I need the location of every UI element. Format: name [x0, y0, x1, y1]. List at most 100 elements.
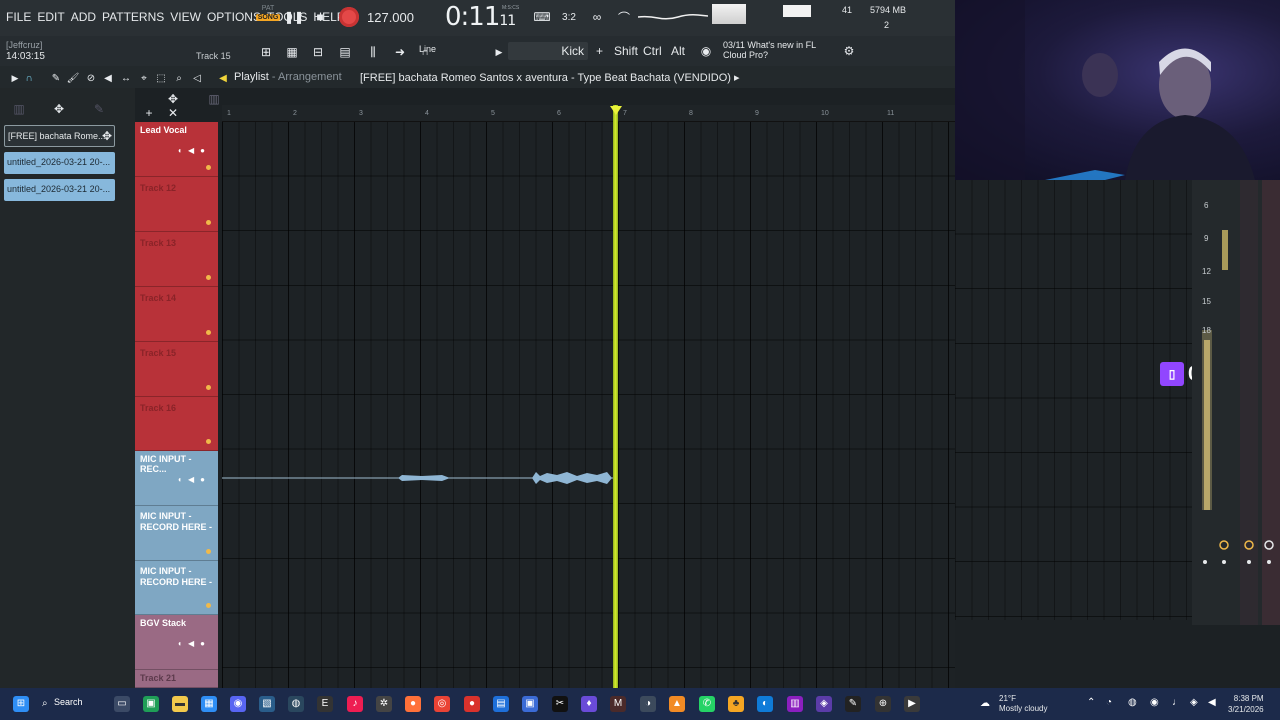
channel-selector[interactable]: Kick	[508, 42, 588, 60]
menu-file[interactable]: FILE	[6, 10, 31, 24]
track-color-dot[interactable]	[206, 603, 211, 608]
music-app-icon[interactable]: M	[610, 696, 626, 712]
track-color-dot[interactable]	[206, 385, 211, 390]
pat-song-toggle[interactable]: PAT SONG	[256, 5, 280, 29]
track-header-mic-record-a[interactable]: MIC INPUT - RECORD HERE -	[135, 506, 218, 561]
news-panel[interactable]: 03/11 What's new in FL Cloud Pro?	[723, 40, 816, 60]
shift-modifier[interactable]: Shift	[614, 44, 638, 58]
tray-overflow-icon[interactable]: ⌃	[1087, 697, 1095, 708]
arrow-right-icon[interactable]: ➜	[391, 43, 409, 61]
mixer-icon[interactable]: ▤	[336, 43, 354, 61]
menu-view[interactable]: VIEW	[170, 10, 201, 24]
discord-icon[interactable]: ◉	[230, 696, 246, 712]
track-header-16[interactable]: Track 16	[135, 397, 218, 451]
editor-app-icon[interactable]: ▣	[522, 696, 538, 712]
clock-widget[interactable]: 8:38 PM 3/21/2026	[1228, 693, 1264, 715]
pattern-item[interactable]: untitled_2026-03-21 20-...	[4, 179, 115, 201]
select-tool-icon[interactable]: ⬚	[152, 69, 170, 87]
xbox-app-icon[interactable]: ▣	[143, 696, 159, 712]
track-header-21[interactable]: Track 21	[135, 670, 218, 688]
close-icon[interactable]: ✕	[164, 104, 182, 122]
controller-icon[interactable]: ⊕	[875, 696, 891, 712]
whatsapp-icon[interactable]: ✆	[699, 696, 715, 712]
stop-button[interactable]: ■	[311, 8, 329, 26]
record-button[interactable]	[339, 7, 359, 27]
epic-games-icon[interactable]: E	[317, 696, 333, 712]
taskbar-search[interactable]: Search	[54, 697, 83, 707]
channel-rack-icon[interactable]: ⊟	[309, 43, 327, 61]
tray-app-icon[interactable]: ◉	[1150, 697, 1159, 708]
playlist-icon[interactable]: ⊞	[257, 43, 275, 61]
media-player-icon[interactable]: ▶	[904, 696, 920, 712]
track-header-mic-record-b[interactable]: MIC INPUT - RECORD HERE -	[135, 561, 218, 615]
news-icon[interactable]: ◉	[697, 42, 715, 60]
menu-patterns[interactable]: PATTERNS	[102, 10, 164, 24]
zoom-tool-icon[interactable]: ⌕	[170, 69, 188, 87]
tiktok-icon[interactable]: ♪	[347, 696, 363, 712]
gear-icon[interactable]: ⚙	[840, 42, 858, 60]
tray-app-icon[interactable]: ◍	[1128, 697, 1137, 708]
tray-app-icon[interactable]: ◔	[1106, 697, 1112, 708]
menu-edit[interactable]: EDIT	[37, 10, 64, 24]
piano-icon[interactable]: ▥	[10, 100, 28, 118]
blend-notes-icon[interactable]: ∞	[588, 8, 606, 26]
pen-app-icon[interactable]: ✎	[845, 696, 861, 712]
photos-icon[interactable]: ▧	[259, 696, 275, 712]
track-header-bgv-stack[interactable]: BGV Stack ◖◀●	[135, 615, 218, 670]
ctrl-modifier[interactable]: Ctrl	[643, 44, 662, 58]
playhead-marker[interactable]	[610, 106, 622, 115]
track-controls-icon[interactable]: ◖◀●	[177, 146, 211, 155]
countdown-icon[interactable]: 3:2	[560, 8, 578, 26]
track-controls-icon[interactable]: ◖◀●	[177, 639, 211, 648]
firefox-icon[interactable]: ●	[405, 696, 421, 712]
volume-icon[interactable]: ◀	[1208, 697, 1216, 708]
snap-select[interactable]: Line	[419, 44, 436, 54]
store-icon[interactable]: ▦	[201, 696, 217, 712]
file-explorer-icon[interactable]: ▬	[172, 696, 188, 712]
windows-start-icon[interactable]: ⊞	[13, 696, 29, 712]
slice-tool-icon[interactable]: ⌖	[135, 69, 153, 87]
track-header-15[interactable]: Track 15	[135, 342, 218, 397]
paint-tool-icon[interactable]: 🖌	[64, 69, 82, 87]
track-header-mic-input[interactable]: MIC INPUT - REC... ◖◀●	[135, 451, 218, 506]
playhead[interactable]	[613, 105, 618, 688]
document-app-icon[interactable]: ▤	[493, 696, 509, 712]
pattern-item[interactable]: untitled_2026-03-21 20-...	[4, 152, 115, 174]
network-icon[interactable]: ◈	[1190, 697, 1198, 708]
magnet-snap-icon[interactable]: ∩	[20, 69, 38, 87]
typing-keyboard-icon[interactable]: ⌨	[533, 8, 551, 26]
task-view-icon[interactable]: ▭	[114, 696, 130, 712]
chrome-icon[interactable]: ◎	[434, 696, 450, 712]
pencil-icon[interactable]: ✎	[90, 100, 108, 118]
add-button[interactable]: +	[596, 44, 603, 58]
playlist-grid-extension[interactable]	[955, 180, 1192, 620]
openai-icon[interactable]: ✲	[376, 696, 392, 712]
record-app-icon[interactable]: ●	[464, 696, 480, 712]
audio-clip-waveform[interactable]	[222, 466, 614, 490]
obs-icon[interactable]: ◑	[640, 696, 656, 712]
track-color-dot[interactable]	[206, 165, 211, 170]
ableton-icon[interactable]: ▲	[669, 696, 685, 712]
track-header-14[interactable]: Track 14	[135, 287, 218, 342]
plugin-picker-icon[interactable]: ⫼	[364, 43, 382, 61]
audio-app-icon[interactable]: ◈	[816, 696, 832, 712]
playlist-menu-icon[interactable]: ◀	[214, 69, 232, 87]
track-color-dot[interactable]	[206, 439, 211, 444]
plugin-app-icon[interactable]: ▥	[787, 696, 803, 712]
track-controls-icon[interactable]: ◖◀●	[177, 475, 211, 484]
track-color-dot[interactable]	[206, 330, 211, 335]
pattern-display[interactable]	[712, 4, 746, 24]
delete-tool-icon[interactable]: ⊘	[82, 69, 100, 87]
pattern-move-icon[interactable]: ✥	[98, 127, 116, 145]
track-header-12[interactable]: Track 12	[135, 177, 218, 232]
slip-tool-icon[interactable]: ↔	[117, 69, 135, 87]
track-color-dot[interactable]	[206, 220, 211, 225]
menu-add[interactable]: ADD	[71, 10, 96, 24]
metronome-icon[interactable]: ⌒	[615, 8, 633, 26]
menu-options[interactable]: OPTIONS	[207, 10, 261, 24]
track-header-13[interactable]: Track 13	[135, 232, 218, 287]
play-arrow-icon[interactable]: ▶	[490, 43, 508, 61]
playback-tool-icon[interactable]: ◁	[188, 69, 206, 87]
weather-icon[interactable]: ☁	[977, 696, 993, 712]
draw-tool-icon[interactable]: ✎	[47, 69, 65, 87]
